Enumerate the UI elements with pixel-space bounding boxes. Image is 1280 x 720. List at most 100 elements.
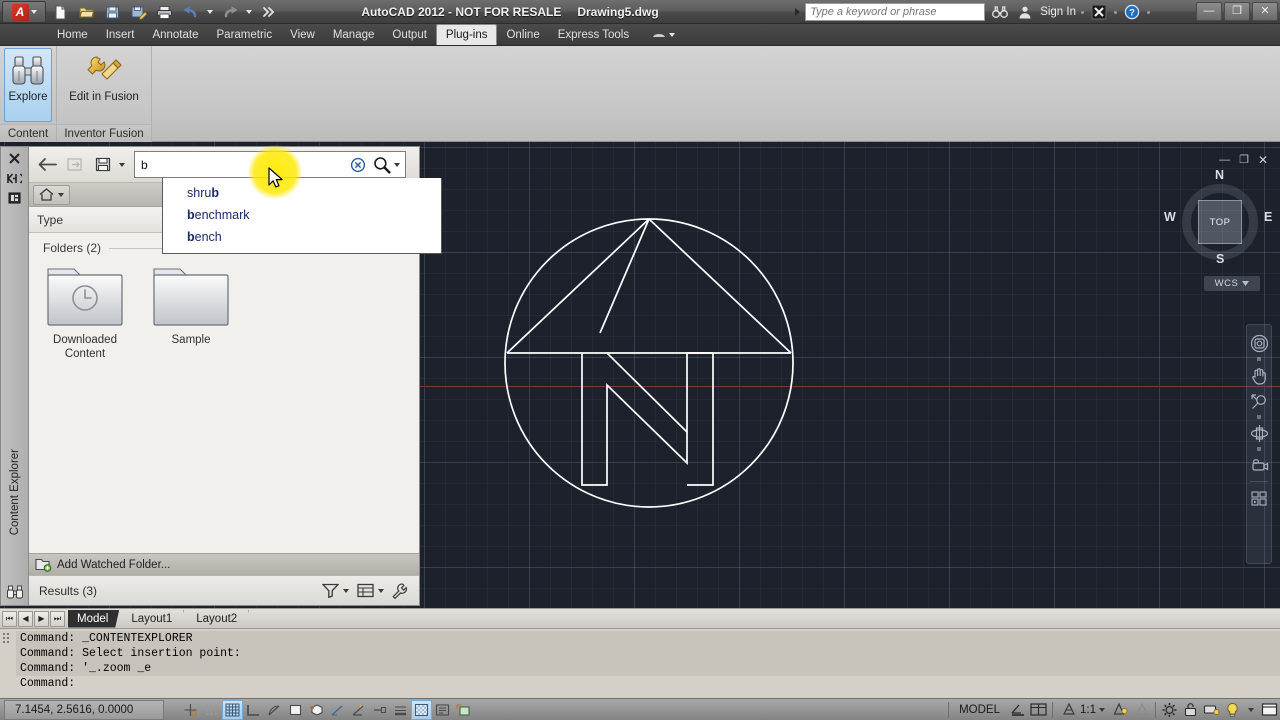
- autodesk-exchange-icon[interactable]: [1089, 3, 1109, 21]
- tab-annotate[interactable]: Annotate: [143, 24, 207, 45]
- viewport-restore-button[interactable]: ❐: [1239, 154, 1249, 166]
- annotation-scale-button[interactable]: 1:1: [1056, 702, 1110, 717]
- binoculars-icon[interactable]: [2, 583, 28, 601]
- panel-properties-icon[interactable]: [1, 189, 27, 207]
- folder-item-sample[interactable]: Sample: [149, 265, 233, 362]
- prev-layout-button[interactable]: ◀: [18, 610, 33, 627]
- filter-dropdown-icon[interactable]: [343, 588, 349, 593]
- lineweight-icon[interactable]: [390, 700, 411, 720]
- toolbar-lock-icon[interactable]: [1180, 700, 1201, 720]
- dynamic-ucs-icon[interactable]: [348, 700, 369, 720]
- restore-button[interactable]: ❐: [1224, 2, 1250, 21]
- clean-screen-icon[interactable]: [1259, 700, 1280, 720]
- infer-constraints-icon[interactable]: [180, 700, 201, 720]
- showmotion-camera-icon[interactable]: [1247, 453, 1271, 477]
- autocomplete-item-shrub[interactable]: shru b: [163, 182, 441, 204]
- dynamic-input-icon[interactable]: [369, 700, 390, 720]
- last-layout-button[interactable]: ⏭: [50, 610, 65, 627]
- first-layout-button[interactable]: ⏮: [2, 610, 17, 627]
- tab-layout2[interactable]: Layout2: [187, 609, 250, 628]
- polar-tracking-icon[interactable]: [264, 700, 285, 720]
- showmotion-grid-icon[interactable]: [1247, 486, 1271, 510]
- ribbon-minimize-button[interactable]: [652, 24, 676, 45]
- auto-scale-icon[interactable]: [1131, 700, 1152, 720]
- zoom-dropdown-icon[interactable]: [1257, 415, 1261, 419]
- layout-space-icon[interactable]: [1028, 700, 1049, 720]
- tab-output[interactable]: Output: [383, 24, 436, 45]
- command-line-grip[interactable]: [0, 629, 12, 698]
- orbit-dropdown-icon[interactable]: [1257, 447, 1261, 451]
- search-binoculars-icon[interactable]: [990, 3, 1010, 21]
- autocomplete-item-bench[interactable]: b ench: [163, 226, 441, 248]
- coordinates-display[interactable]: 7.1454, 2.5616, 0.0000: [4, 699, 164, 720]
- auto-hide-icon[interactable]: [1, 169, 27, 187]
- search-input[interactable]: [141, 157, 346, 172]
- compass-north-label[interactable]: N: [1215, 168, 1224, 182]
- tab-plug-ins[interactable]: Plug-ins: [435, 24, 498, 45]
- hardware-accel-icon[interactable]: [1201, 700, 1222, 720]
- tab-home[interactable]: Home: [48, 24, 97, 45]
- redo-icon[interactable]: [217, 2, 242, 22]
- infocenter-search-input[interactable]: [805, 3, 986, 21]
- pan-hand-icon[interactable]: [1247, 363, 1271, 387]
- transparency-icon[interactable]: [411, 699, 432, 720]
- command-prompt[interactable]: Command:: [16, 676, 1280, 691]
- steering-wheel-dropdown-icon[interactable]: [1257, 357, 1261, 361]
- tab-view[interactable]: View: [281, 24, 324, 45]
- infocenter-expand-icon[interactable]: [795, 8, 801, 16]
- plot-icon[interactable]: [152, 2, 177, 22]
- column-header-type[interactable]: Type: [37, 213, 63, 227]
- search-autocomplete-dropdown[interactable]: shru b b enchmark b ench: [162, 178, 442, 254]
- add-watched-folder-button[interactable]: Add Watched Folder...: [29, 553, 419, 575]
- search-options-dropdown-icon[interactable]: [394, 162, 400, 167]
- isolate-objects-bulb-icon[interactable]: [1222, 700, 1243, 720]
- help-icon[interactable]: ?: [1122, 3, 1142, 21]
- undo-dropdown-icon[interactable]: [207, 10, 213, 14]
- save-button[interactable]: [91, 153, 115, 177]
- sign-in-button[interactable]: Sign In: [1040, 6, 1076, 18]
- minimize-button[interactable]: —: [1196, 2, 1222, 21]
- folder-item-downloaded-content[interactable]: Downloaded Content: [43, 265, 127, 362]
- viewport-minimize-button[interactable]: —: [1219, 154, 1230, 166]
- tab-parametric[interactable]: Parametric: [208, 24, 282, 45]
- tab-layout1[interactable]: Layout1: [122, 609, 185, 628]
- compass-east-label[interactable]: E: [1264, 210, 1272, 224]
- save-as-icon[interactable]: [126, 2, 151, 22]
- tab-online[interactable]: Online: [497, 24, 548, 45]
- model-space-button[interactable]: MODEL: [952, 704, 1007, 716]
- open-icon[interactable]: [74, 2, 99, 22]
- compass-west-label[interactable]: W: [1164, 210, 1176, 224]
- viewport-close-button[interactable]: ✕: [1258, 154, 1268, 166]
- workspace-gear-icon[interactable]: [1159, 700, 1180, 720]
- snap-mode-icon[interactable]: [201, 700, 222, 720]
- tab-manage[interactable]: Manage: [324, 24, 384, 45]
- close-icon[interactable]: [1, 149, 27, 167]
- grid-display-icon[interactable]: [222, 699, 243, 720]
- ortho-mode-icon[interactable]: [243, 700, 264, 720]
- autocomplete-item-benchmark[interactable]: b enchmark: [163, 204, 441, 226]
- object-snap-icon[interactable]: [285, 700, 306, 720]
- view-options-icon[interactable]: [354, 580, 376, 602]
- configure-wrench-icon[interactable]: [389, 580, 411, 602]
- tab-model[interactable]: Model: [68, 609, 120, 628]
- zoom-extents-icon[interactable]: [1247, 389, 1271, 413]
- annotation-visibility-icon[interactable]: [1110, 700, 1131, 720]
- forward-button[interactable]: [63, 153, 87, 177]
- results-area[interactable]: Folders (2) Downloaded Content Sample: [29, 233, 419, 553]
- user-avatar-icon[interactable]: [1015, 3, 1035, 21]
- object-snap-tracking-icon[interactable]: [327, 700, 348, 720]
- quick-properties-icon[interactable]: [432, 700, 453, 720]
- 3d-object-snap-icon[interactable]: [306, 700, 327, 720]
- redo-dropdown-icon[interactable]: [246, 10, 252, 14]
- tab-express-tools[interactable]: Express Tools: [549, 24, 638, 45]
- content-explorer-search-box[interactable]: [134, 151, 406, 178]
- new-icon[interactable]: [48, 2, 73, 22]
- search-icon[interactable]: [370, 153, 394, 177]
- back-button[interactable]: [35, 153, 59, 177]
- selection-cycling-icon[interactable]: [453, 700, 474, 720]
- breadcrumb-home-button[interactable]: [33, 184, 70, 205]
- model-space-icon[interactable]: [1007, 700, 1028, 720]
- next-layout-button[interactable]: ▶: [34, 610, 49, 627]
- orbit-icon[interactable]: [1247, 421, 1271, 445]
- close-button[interactable]: ✕: [1252, 2, 1278, 21]
